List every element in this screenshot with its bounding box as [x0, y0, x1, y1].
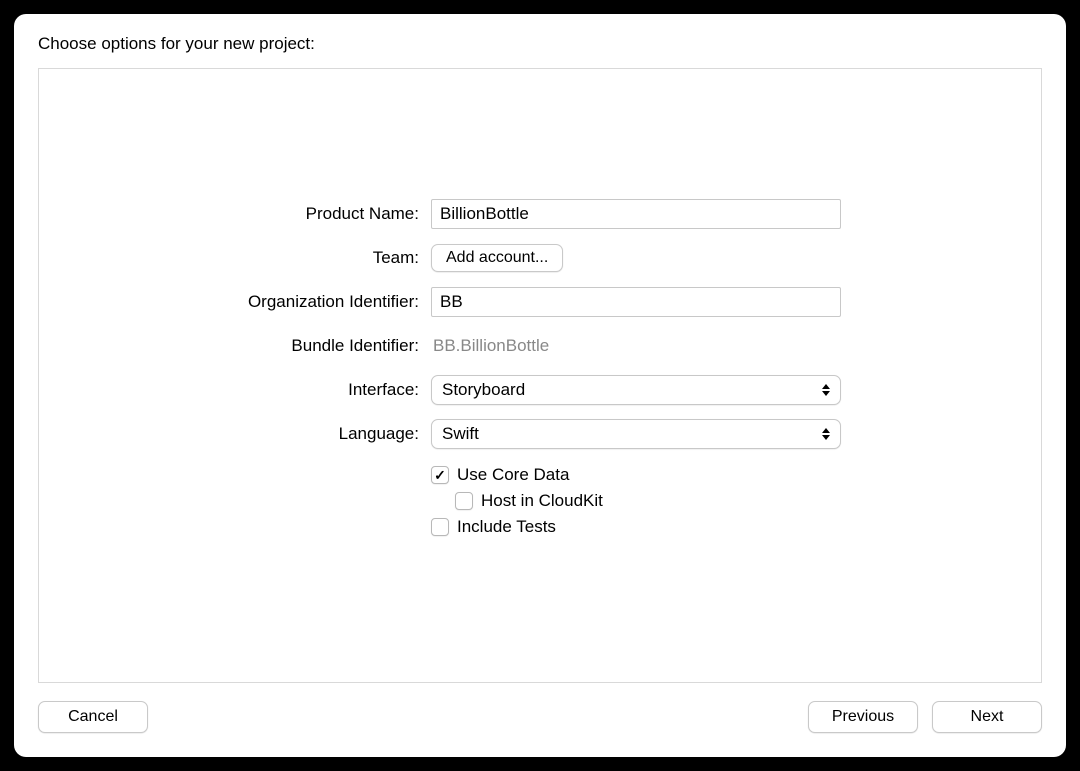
label-product-name: Product Name:	[39, 204, 431, 224]
use-core-data-row: Use Core Data	[431, 465, 569, 485]
include-tests-row: Include Tests	[431, 517, 556, 537]
bundle-identifier-value: BB.BillionBottle	[431, 336, 549, 356]
next-button[interactable]: Next	[932, 701, 1042, 733]
row-interface: Interface: Storyboard	[39, 373, 1041, 407]
use-core-data-checkbox[interactable]	[431, 466, 449, 484]
label-team: Team:	[39, 248, 431, 268]
label-org-identifier: Organization Identifier:	[39, 292, 431, 312]
host-in-cloudkit-label: Host in CloudKit	[481, 491, 603, 511]
label-bundle-identifier: Bundle Identifier:	[39, 336, 431, 356]
use-core-data-label: Use Core Data	[457, 465, 569, 485]
language-selected: Swift	[442, 424, 479, 444]
add-account-button[interactable]: Add account...	[431, 244, 563, 272]
row-checkboxes: Use Core Data Host in CloudKit Include T…	[39, 465, 1041, 543]
dialog-footer: Cancel Previous Next	[38, 683, 1042, 733]
row-org-identifier: Organization Identifier:	[39, 285, 1041, 319]
row-team: Team: Add account...	[39, 241, 1041, 275]
new-project-options-dialog: Choose options for your new project: Pro…	[14, 14, 1066, 757]
dialog-heading: Choose options for your new project:	[38, 34, 1042, 54]
language-popup-button[interactable]: Swift	[431, 419, 841, 449]
label-interface: Interface:	[39, 380, 431, 400]
host-in-cloudkit-checkbox[interactable]	[455, 492, 473, 510]
organization-identifier-input[interactable]	[431, 287, 841, 317]
row-language: Language: Swift	[39, 417, 1041, 451]
cancel-button[interactable]: Cancel	[38, 701, 148, 733]
include-tests-checkbox[interactable]	[431, 518, 449, 536]
updown-stepper-icon	[822, 426, 832, 442]
updown-stepper-icon	[822, 382, 832, 398]
interface-selected: Storyboard	[442, 380, 525, 400]
form-panel: Product Name: Team: Add account... Organ…	[38, 68, 1042, 683]
host-in-cloudkit-row: Host in CloudKit	[455, 491, 603, 511]
row-bundle-identifier: Bundle Identifier: BB.BillionBottle	[39, 329, 1041, 363]
include-tests-label: Include Tests	[457, 517, 556, 537]
project-options-form: Product Name: Team: Add account... Organ…	[39, 197, 1041, 545]
label-language: Language:	[39, 424, 431, 444]
previous-button[interactable]: Previous	[808, 701, 918, 733]
interface-popup-button[interactable]: Storyboard	[431, 375, 841, 405]
product-name-input[interactable]	[431, 199, 841, 229]
row-product-name: Product Name:	[39, 197, 1041, 231]
